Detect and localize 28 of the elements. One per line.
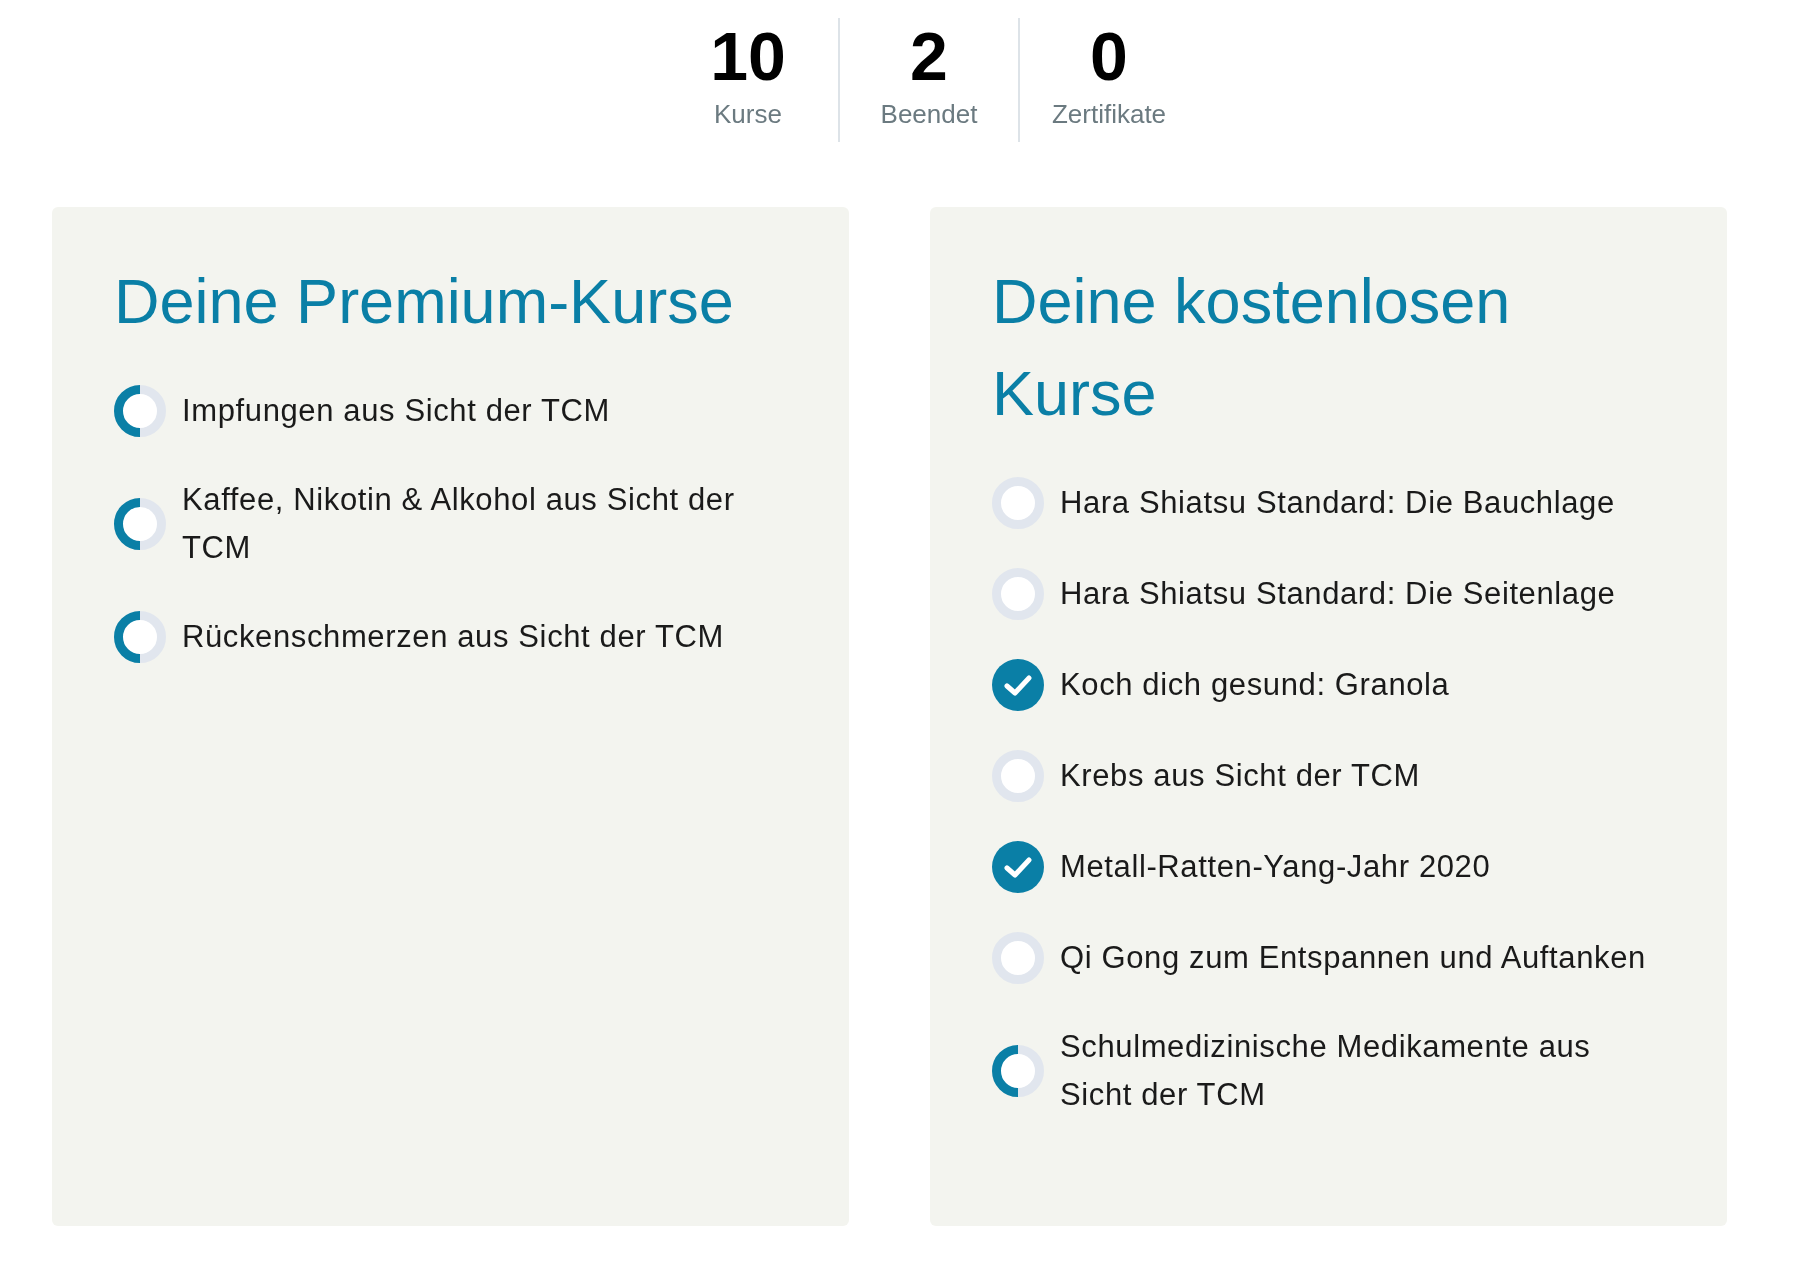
- stat-value: 0: [1090, 18, 1128, 94]
- course-link[interactable]: Metall-Ratten-Yang-Jahr 2020: [1060, 843, 1491, 891]
- stat-label: Kurse: [714, 98, 782, 131]
- empty-ring-icon: [992, 932, 1044, 984]
- half-ring-icon: [114, 498, 166, 550]
- empty-ring-icon: [992, 477, 1044, 529]
- course-link[interactable]: Hara Shiatsu Standard: Die Seitenlage: [1060, 570, 1616, 618]
- half-ring-icon: [992, 1045, 1044, 1097]
- course-link[interactable]: Hara Shiatsu Standard: Die Bauchlage: [1060, 479, 1615, 527]
- half-ring-icon: [114, 611, 166, 663]
- stat-value: 2: [910, 18, 948, 94]
- stat-value: 10: [710, 18, 786, 94]
- stat-label: Zertifikate: [1051, 98, 1167, 131]
- card-title: Deine kostenlosen Kurse: [992, 265, 1512, 430]
- stat-label: Beendet: [880, 98, 978, 131]
- course-link[interactable]: Impfungen aus Sicht der TCM: [182, 387, 610, 435]
- check-icon: [992, 841, 1044, 893]
- course-link[interactable]: Qi Gong zum Entspannen und Auftanken: [1060, 934, 1646, 982]
- empty-ring-icon: [992, 568, 1044, 620]
- empty-ring-icon: [992, 750, 1044, 802]
- course-link[interactable]: Schulmedizinische Medikamente aus Sicht der TCM: [1060, 1023, 1665, 1119]
- half-ring-icon: [114, 385, 166, 437]
- course-link[interactable]: Krebs aus Sicht der TCM: [1060, 752, 1420, 800]
- card-title: Deine Premium-Kurse: [114, 265, 735, 338]
- course-link[interactable]: Kaffee, Nikotin & Alkohol aus Sicht der TCM: [182, 476, 787, 572]
- course-link[interactable]: Koch dich gesund: Granola: [1060, 661, 1450, 709]
- check-icon: [992, 659, 1044, 711]
- course-link[interactable]: Rückenschmerzen aus Sicht der TCM: [182, 613, 724, 661]
